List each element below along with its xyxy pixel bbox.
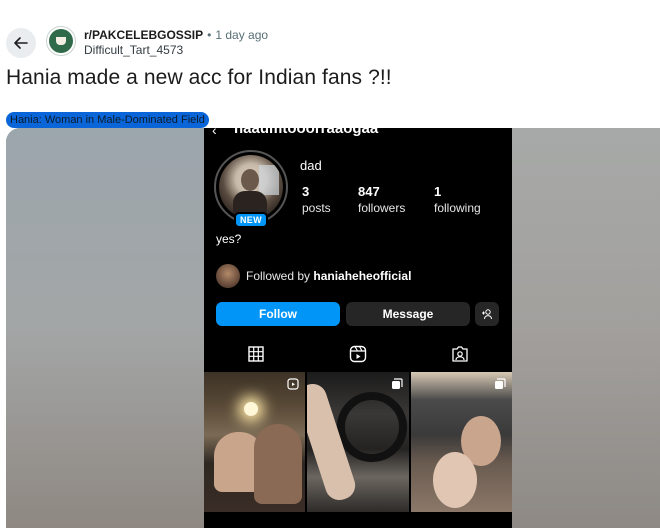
- back-button[interactable]: [6, 28, 36, 58]
- image-blur-left: [6, 128, 204, 528]
- instagram-screenshot: ‹ naaumtooorraaogaa NEW dad 3 posts 847 …: [204, 128, 512, 528]
- subreddit-avatar[interactable]: [46, 26, 76, 56]
- ig-followed-by-prefix: Followed by: [246, 269, 314, 283]
- ig-reels-icon: [348, 344, 368, 364]
- ig-stat-number: 847: [358, 184, 380, 199]
- post-image[interactable]: ‹ naaumtooorraaogaa NEW dad 3 posts 847 …: [6, 128, 660, 528]
- ig-mutual-avatar: [216, 264, 240, 288]
- ig-carousel-icon: [494, 378, 506, 389]
- ig-tagged-icon: [450, 344, 470, 364]
- ig-stat-following: 1 following: [434, 184, 481, 216]
- ig-stat-label: followers: [358, 201, 406, 215]
- post-time: 1 day ago: [215, 28, 269, 42]
- arrow-left-icon: [14, 37, 28, 49]
- ig-post-thumbnail: [204, 372, 306, 512]
- ig-display-name: dad: [300, 158, 322, 173]
- ig-stat-number: 1: [434, 184, 442, 199]
- ig-post-grid: [204, 372, 512, 512]
- ig-stat-followers: 847 followers: [358, 184, 405, 216]
- author-link[interactable]: Difficult_Tart_4573: [84, 43, 268, 58]
- image-blur-right: [510, 128, 660, 528]
- post-meta: r/PAKCELEBGOSSIP • 1 day ago Difficult_T…: [84, 28, 268, 58]
- ig-stat-label: posts: [302, 201, 331, 215]
- subreddit-link[interactable]: r/PAKCELEBGOSSIP: [84, 28, 203, 43]
- ig-followed-by: Followed by haniaheheofficial: [216, 264, 411, 288]
- ig-add-person-icon: [475, 302, 499, 326]
- ig-stat-number: 3: [302, 184, 310, 199]
- tea-cup-icon: [49, 29, 73, 53]
- ig-reel-icon: [287, 378, 299, 390]
- post-title: Hania made a new acc for Indian fans ?!!: [6, 66, 392, 89]
- ig-handle: naaumtooorraaogaa: [234, 128, 379, 137]
- ig-post-thumbnail: [410, 372, 512, 512]
- ig-message-button: Message: [346, 302, 470, 326]
- meta-separator: •: [207, 28, 212, 42]
- ig-grid-icon: [246, 344, 266, 364]
- ig-followed-by-user: haniaheheofficial: [313, 269, 412, 283]
- ig-stat-label: following: [434, 201, 481, 215]
- ig-carousel-icon: [391, 378, 403, 389]
- ig-back-icon: ‹: [212, 128, 217, 138]
- ig-follow-button: Follow: [216, 302, 340, 326]
- post-flair[interactable]: Hania: Woman in Male-Dominated Field: [6, 112, 209, 128]
- ig-new-badge: NEW: [234, 212, 268, 228]
- ig-stat-posts: 3 posts: [302, 184, 331, 216]
- ig-post-thumbnail: [307, 372, 409, 512]
- ig-bio: yes?: [216, 232, 242, 246]
